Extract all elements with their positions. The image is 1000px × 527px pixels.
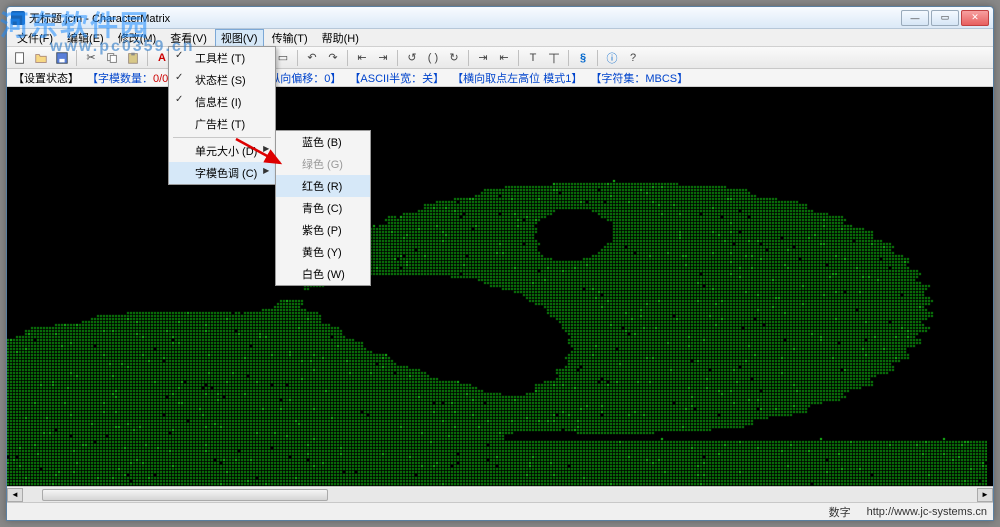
btn-rect-icon[interactable]: ▭	[274, 49, 292, 67]
btn-arr2-icon[interactable]: ⇤	[495, 49, 513, 67]
close-button[interactable]: ✕	[961, 10, 989, 26]
info-charset: 【字符集：MBCS】	[590, 70, 688, 86]
new-icon[interactable]	[11, 49, 29, 67]
btn-rotl-icon[interactable]: ↶	[303, 49, 321, 67]
menu-file[interactable]: 文件(F)	[11, 29, 59, 47]
info-mode: 【横向取点左高位 模式1】	[452, 70, 582, 86]
menu-transfer[interactable]: 传输(T)	[266, 29, 314, 47]
maximize-button[interactable]: ▭	[931, 10, 959, 26]
menu-edit[interactable]: 编辑(E)	[61, 29, 110, 47]
menu-modify[interactable]: 修改(M)	[112, 29, 163, 47]
view-menu-item[interactable]: ✓状态栏 (S)	[169, 69, 275, 91]
scroll-left-button[interactable]: ◄	[7, 488, 23, 502]
view-menu-item[interactable]: 单元大小 (D)▶	[169, 140, 275, 162]
btn-arr1-icon[interactable]: ⇥	[474, 49, 492, 67]
btn-info-icon[interactable]: ⓘ	[603, 49, 621, 67]
menu-view2[interactable]: 视图(V)	[215, 29, 264, 47]
color-menu-item[interactable]: 紫色 (P)	[276, 219, 370, 241]
btn-s-icon[interactable]: §	[574, 49, 592, 67]
app-window: 无标题.jcm - CharacterMatrix — ▭ ✕ 文件(F) 编辑…	[6, 6, 994, 521]
copy-icon[interactable]	[103, 49, 121, 67]
status-mode: 数字	[829, 504, 851, 520]
glyph-count: 0/0	[153, 73, 168, 85]
btn-text2-icon[interactable]: 丅	[545, 49, 563, 67]
info-ascii: 【ASCII半宽：关】	[349, 70, 444, 86]
menubar: 文件(F) 编辑(E) 修改(M) 查看(V) 视图(V) 传输(T) 帮助(H…	[7, 29, 993, 47]
view-menu-item[interactable]: ✓工具栏 (T)	[169, 47, 275, 69]
btn-help-icon[interactable]: ?	[624, 49, 642, 67]
btn-rotr-icon[interactable]: ↷	[324, 49, 342, 67]
client-area[interactable]	[7, 87, 993, 486]
matrix-canvas[interactable]	[7, 87, 987, 486]
toolbar: ✂ A ⊞ ☰ 日 ⊕ ▭ ↶ ↷ ⇤ ⇥ ↺ ( ) ↻ ⇥ ⇤ T 丅 § …	[7, 47, 993, 69]
horizontal-scrollbar[interactable]: ◄ ►	[7, 486, 993, 502]
status-url: http://www.jc-systems.cn	[867, 506, 987, 518]
scroll-right-button[interactable]: ►	[977, 488, 993, 502]
menu-view1[interactable]: 查看(V)	[164, 29, 213, 47]
btn-u2-icon[interactable]: ( )	[424, 49, 442, 67]
color-menu-item[interactable]: 白色 (W)	[276, 263, 370, 285]
menu-help[interactable]: 帮助(H)	[316, 29, 365, 47]
scroll-thumb[interactable]	[42, 489, 328, 501]
btn-flipr-icon[interactable]: ⇥	[374, 49, 392, 67]
view-menu-item[interactable]: 字模色调 (C)▶	[169, 162, 275, 184]
scroll-track[interactable]	[23, 488, 977, 502]
view-dropdown: ✓工具栏 (T)✓状态栏 (S)✓信息栏 (I)广告栏 (T) 单元大小 (D)▶…	[168, 46, 276, 185]
color-menu-item[interactable]: 黄色 (Y)	[276, 241, 370, 263]
color-menu-item[interactable]: 青色 (C)	[276, 197, 370, 219]
save-icon[interactable]	[53, 49, 71, 67]
app-icon	[11, 11, 25, 25]
btn-flipl-icon[interactable]: ⇤	[353, 49, 371, 67]
minimize-button[interactable]: —	[901, 10, 929, 26]
color-menu-item: 绿色 (G)	[276, 153, 370, 175]
infobar-state: 【设置状态】	[13, 70, 79, 86]
btn-text1-icon[interactable]: T	[524, 49, 542, 67]
color-submenu: 蓝色 (B)绿色 (G)红色 (R)青色 (C)紫色 (P)黄色 (Y)白色 (…	[275, 130, 371, 286]
statusbar: 数字 http://www.jc-systems.cn	[7, 502, 993, 520]
window-buttons: — ▭ ✕	[901, 10, 989, 26]
view-menu-item[interactable]: ✓信息栏 (I)	[169, 91, 275, 113]
window-title: 无标题.jcm - CharacterMatrix	[29, 10, 170, 26]
view-menu-item[interactable]: 广告栏 (T)	[169, 113, 275, 135]
btn-u3-icon[interactable]: ↻	[445, 49, 463, 67]
color-menu-item[interactable]: 红色 (R)	[276, 175, 370, 197]
btn-u1-icon[interactable]: ↺	[403, 49, 421, 67]
titlebar[interactable]: 无标题.jcm - CharacterMatrix — ▭ ✕	[7, 7, 993, 29]
infobar: 【设置状态】 【字模数量：0/0】 小：18x18】 【纵向偏移：0】 【ASC…	[7, 69, 993, 87]
paste-icon[interactable]	[124, 49, 142, 67]
open-icon[interactable]	[32, 49, 50, 67]
color-menu-item[interactable]: 蓝色 (B)	[276, 131, 370, 153]
cut-icon[interactable]: ✂	[82, 49, 100, 67]
